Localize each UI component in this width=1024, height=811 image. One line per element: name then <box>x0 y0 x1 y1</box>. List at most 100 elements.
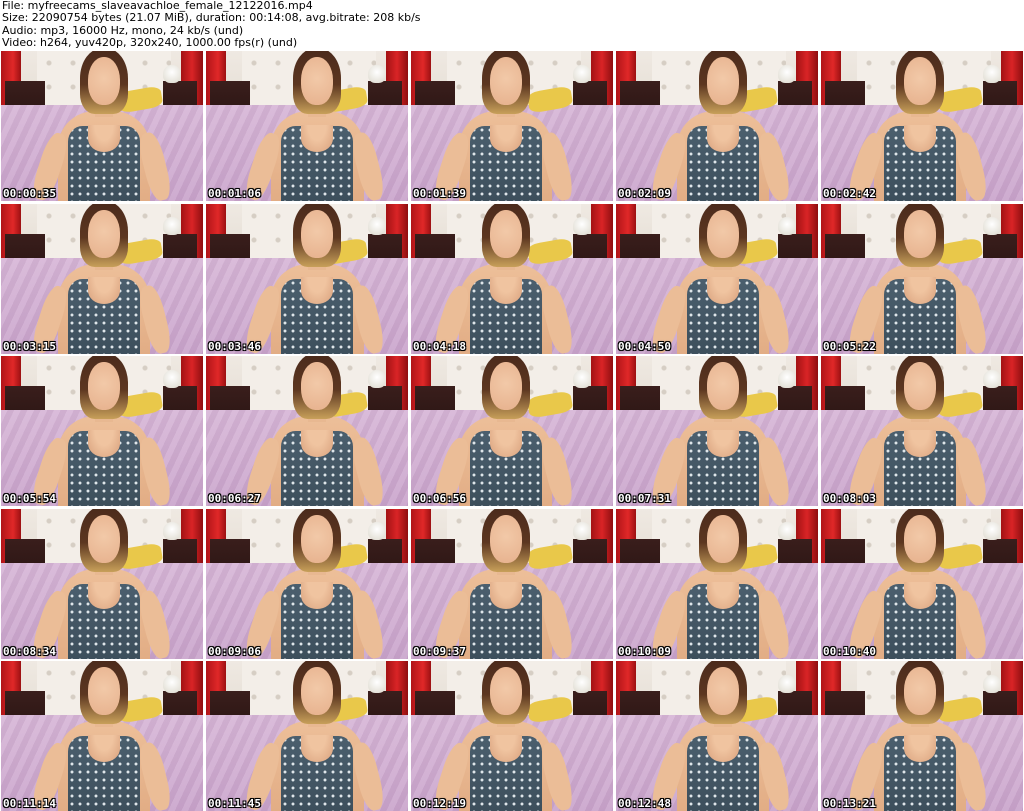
neckline <box>87 429 121 457</box>
neckline <box>706 734 740 762</box>
lamp <box>777 64 796 83</box>
file-size-line: Size: 22090754 bytes (21.07 MiB), durati… <box>2 11 421 25</box>
face <box>489 514 523 563</box>
person-figure <box>242 508 388 659</box>
person-figure <box>431 661 577 811</box>
lamp <box>982 64 1001 83</box>
thumbnail-timestamp: 00:10:09 <box>618 644 671 658</box>
thumbnail-timestamp: 00:08:34 <box>3 644 56 658</box>
video-thumbnail: 00:10:09 <box>616 508 818 659</box>
face <box>300 362 334 410</box>
thumbnail-timestamp: 00:06:27 <box>208 492 261 505</box>
lamp <box>572 674 591 693</box>
thumbnail-timestamp: 00:00:35 <box>3 187 56 200</box>
face <box>300 57 334 105</box>
face <box>903 362 937 410</box>
person-figure <box>648 356 794 506</box>
neckline <box>489 124 523 152</box>
neckline <box>706 582 740 609</box>
neckline <box>300 124 334 152</box>
video-thumbnail: 00:11:45 <box>206 661 408 811</box>
face <box>489 362 523 410</box>
thumbnail-timestamp: 00:10:40 <box>823 644 876 658</box>
person-figure <box>431 356 577 506</box>
person-figure <box>431 51 577 201</box>
person-figure <box>242 203 388 354</box>
face <box>706 514 740 563</box>
person-figure <box>29 203 175 354</box>
video-thumbnail: 00:09:06 <box>206 508 408 659</box>
person-figure <box>242 51 388 201</box>
face <box>87 667 121 715</box>
person-figure <box>242 661 388 811</box>
thumbnail-timestamp: 00:01:39 <box>413 187 466 200</box>
face <box>706 667 740 715</box>
person-figure <box>648 661 794 811</box>
lamp <box>982 674 1001 693</box>
thumbnail-timestamp: 00:01:06 <box>208 187 261 200</box>
neckline <box>489 429 523 457</box>
neckline <box>706 429 740 457</box>
lamp <box>982 369 1001 388</box>
video-thumbnail: 00:03:46 <box>206 203 408 354</box>
thumbnail-timestamp: 00:08:03 <box>823 492 876 505</box>
person-figure <box>845 508 991 659</box>
video-thumbnail: 00:00:35 <box>1 51 203 201</box>
lamp <box>572 64 591 83</box>
thumbnail-timestamp: 00:02:09 <box>618 187 671 200</box>
thumbnail-timestamp: 00:04:18 <box>413 339 466 353</box>
lamp <box>777 217 796 235</box>
neckline <box>706 277 740 304</box>
neckline <box>903 277 937 304</box>
video-thumbnail: 00:13:21 <box>821 661 1023 811</box>
lamp <box>367 369 386 388</box>
person-figure <box>29 661 175 811</box>
video-info-header: File: myfreecams_slaveavachloe_female_12… <box>0 0 1024 50</box>
lamp <box>367 522 386 540</box>
thumbnail-timestamp: 00:12:19 <box>413 797 466 810</box>
neckline <box>903 582 937 609</box>
face <box>489 57 523 105</box>
face <box>903 209 937 258</box>
neckline <box>706 124 740 152</box>
thumbnail-timestamp: 00:05:22 <box>823 339 876 353</box>
face <box>706 57 740 105</box>
thumbnail-timestamp: 00:11:45 <box>208 797 261 810</box>
neckline <box>87 277 121 304</box>
thumbnail-timestamp: 00:13:21 <box>823 797 876 810</box>
video-thumbnail: 00:02:09 <box>616 51 818 201</box>
person-figure <box>648 203 794 354</box>
video-thumbnail: 00:02:42 <box>821 51 1023 201</box>
face <box>300 209 334 258</box>
video-thumbnail: 00:04:18 <box>411 203 613 354</box>
neckline <box>903 124 937 152</box>
lamp <box>572 369 591 388</box>
neckline <box>300 734 334 762</box>
neckline <box>87 734 121 762</box>
neckline <box>489 582 523 609</box>
face <box>87 514 121 563</box>
video-info-line: Video: h264, yuv420p, 320x240, 1000.00 f… <box>2 36 298 50</box>
thumbnail-grid: 00:00:35 00:01:06 00:01:39 00:02:09 00:02:42… <box>1 51 1023 811</box>
video-thumbnail: 00:09:37 <box>411 508 613 659</box>
person-figure <box>845 51 991 201</box>
person-figure <box>845 203 991 354</box>
face <box>300 667 334 715</box>
face <box>903 514 937 563</box>
face <box>489 209 523 258</box>
face <box>87 209 121 258</box>
neckline <box>489 734 523 762</box>
video-thumbnail: 00:05:22 <box>821 203 1023 354</box>
lamp <box>572 217 591 235</box>
face <box>903 57 937 105</box>
video-thumbnail: 00:10:40 <box>821 508 1023 659</box>
person-figure <box>29 356 175 506</box>
face <box>87 362 121 410</box>
thumbnail-timestamp: 00:03:46 <box>208 339 261 353</box>
lamp <box>777 522 796 540</box>
face <box>489 667 523 715</box>
lamp <box>162 674 181 693</box>
thumbnail-timestamp: 00:07:31 <box>618 492 671 505</box>
person-figure <box>845 661 991 811</box>
thumbnail-timestamp: 00:12:48 <box>618 797 671 810</box>
